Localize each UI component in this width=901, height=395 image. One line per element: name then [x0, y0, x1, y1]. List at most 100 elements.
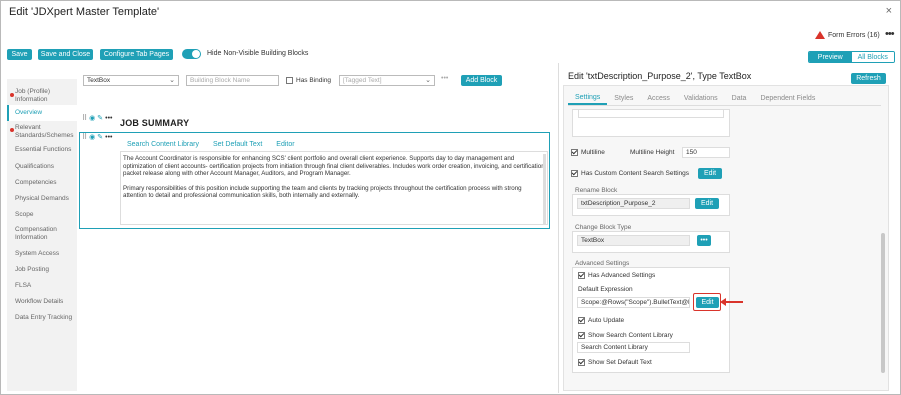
more-options-icon[interactable]: •••	[105, 134, 112, 141]
tagged-text-select[interactable]: [Tagged Text] ⌄	[339, 75, 435, 86]
toggle-knob	[192, 50, 200, 58]
block-type-value: TextBox	[87, 77, 111, 84]
sidebar-item-compensation[interactable]: Compensation Information	[15, 226, 67, 242]
default-expression-input[interactable]: Scope:@Rows("Scope").BulletText@M	[577, 297, 690, 308]
sidebar-item-essential-functions[interactable]: Essential Functions	[15, 146, 71, 154]
hide-nonvisible-toggle[interactable]	[182, 49, 201, 59]
divider	[568, 105, 881, 106]
close-icon[interactable]: ×	[886, 5, 892, 17]
has-binding-checkbox[interactable]: Has Binding	[286, 77, 331, 84]
more-options-icon[interactable]: •••	[105, 115, 112, 122]
multiline-height-label: Multiline Height	[630, 149, 675, 156]
editor-link[interactable]: Editor	[276, 141, 294, 148]
save-and-close-button[interactable]: Save and Close	[38, 49, 93, 60]
checkbox-icon	[571, 170, 578, 177]
show-search-library-checkbox[interactable]: Show Search Content Library	[578, 332, 673, 339]
divider	[558, 63, 559, 393]
block-type-select[interactable]: TextBox ⌄	[83, 75, 179, 86]
dialog-title: Edit 'JDXpert Master Template'	[9, 6, 160, 18]
all-blocks-tab[interactable]: All Blocks	[851, 52, 894, 62]
tab-access[interactable]: Access	[640, 91, 677, 105]
chevron-down-icon: ⌄	[169, 77, 175, 84]
sidebar-item-relevant-standards[interactable]: Relevant Standards/Schemes	[15, 124, 77, 140]
text-field[interactable]	[578, 110, 724, 118]
set-default-text-link[interactable]: Set Default Text	[213, 141, 262, 148]
tab-pages-sidebar: Job (Profile) Information Overview Relev…	[7, 79, 77, 391]
edit-template-dialog: Edit 'JDXpert Master Template' × Form Er…	[0, 0, 901, 395]
rename-block-label: Rename Block	[575, 187, 618, 194]
tagged-text-placeholder: [Tagged Text]	[343, 77, 382, 84]
multiline-checkbox[interactable]: Multiline	[571, 149, 605, 156]
block-type-more-button[interactable]: •••	[697, 235, 711, 246]
sidebar-item-job-posting[interactable]: Job Posting	[15, 266, 49, 274]
save-button[interactable]: Save	[7, 49, 32, 60]
show-default-text-checkbox[interactable]: Show Set Default Text	[578, 359, 652, 366]
sidebar-item-scope[interactable]: Scope	[15, 211, 33, 219]
drag-handle-icon[interactable]: ⠿	[82, 114, 87, 122]
edit-icon[interactable]: ✎	[97, 133, 103, 141]
tab-data[interactable]: Data	[725, 91, 754, 105]
sidebar-item-qualifications[interactable]: Qualifications	[15, 163, 54, 171]
auto-update-checkbox[interactable]: Auto Update	[578, 317, 624, 324]
description-textarea[interactable]: The Account Coordinator is responsible f…	[120, 151, 548, 225]
custom-search-checkbox[interactable]: Has Custom Content Search Settings	[571, 170, 689, 177]
sidebar-item-system-access[interactable]: System Access	[15, 250, 59, 258]
warning-icon	[815, 31, 825, 39]
refresh-button[interactable]: Refresh	[851, 73, 886, 84]
rename-block-edit-button[interactable]: Edit	[695, 198, 719, 209]
search-content-library-link[interactable]: Search Content Library	[127, 141, 199, 148]
configure-tab-pages-button[interactable]: Configure Tab Pages	[100, 49, 173, 60]
custom-search-label: Has Custom Content Search Settings	[581, 170, 690, 177]
multiline-height-input[interactable]: 150	[682, 147, 730, 158]
checkbox-icon	[578, 332, 585, 339]
block-actions: ⠿ ◉ ✎ •••	[82, 133, 112, 142]
eye-icon[interactable]: ◉	[89, 114, 95, 122]
checkbox-icon	[578, 359, 585, 366]
has-binding-label: Has Binding	[296, 77, 332, 84]
error-dot-icon	[10, 93, 14, 97]
sidebar-item-competencies[interactable]: Competencies	[15, 179, 57, 187]
multiline-label: Multiline	[581, 149, 605, 156]
has-advanced-settings-checkbox[interactable]: Has Advanced Settings	[578, 272, 655, 279]
job-summary-heading: JOB SUMMARY	[120, 118, 190, 128]
add-block-button[interactable]: Add Block	[461, 75, 502, 86]
block-type-input[interactable]: TextBox	[577, 235, 690, 246]
tab-styles[interactable]: Styles	[607, 91, 640, 105]
sidebar-item-flsa[interactable]: FLSA	[15, 282, 31, 290]
search-library-input[interactable]: Search Content Library	[577, 342, 690, 353]
scrollbar[interactable]	[881, 233, 885, 373]
preview-tab[interactable]: Preview	[809, 52, 852, 62]
show-default-text-label: Show Set Default Text	[588, 359, 652, 366]
advanced-settings-label: Advanced Settings	[575, 260, 630, 267]
checkbox-icon	[578, 272, 585, 279]
more-options-icon[interactable]: •••	[441, 75, 448, 82]
custom-search-edit-button[interactable]: Edit	[698, 168, 722, 179]
highlight-box	[693, 293, 721, 311]
form-errors-link[interactable]: Form Errors (16)	[815, 31, 880, 39]
drag-handle-icon[interactable]: ⠿	[82, 133, 87, 141]
view-mode-switch: Preview All Blocks	[808, 51, 895, 63]
eye-icon[interactable]: ◉	[89, 133, 95, 141]
show-search-library-label: Show Search Content Library	[588, 332, 673, 339]
tab-settings[interactable]: Settings	[568, 91, 608, 105]
sidebar-item-data-entry-tracking[interactable]: Data Entry Tracking	[15, 314, 72, 322]
rename-block-input[interactable]: txtDescription_Purpose_2	[577, 198, 690, 209]
scrollbar[interactable]	[543, 154, 546, 224]
block-name-input[interactable]: Building Block Name	[186, 75, 279, 86]
sidebar-item-physical-demands[interactable]: Physical Demands	[15, 195, 69, 203]
checkbox-icon	[578, 317, 585, 324]
settings-card	[572, 109, 730, 137]
has-advanced-settings-label: Has Advanced Settings	[588, 272, 656, 279]
change-block-type-label: Change Block Type	[575, 224, 632, 231]
block-tabs: Search Content Library Set Default Text …	[120, 138, 548, 150]
sidebar-item-overview[interactable]: Overview	[15, 109, 42, 117]
checkbox-icon	[286, 77, 293, 84]
description-paragraph: Primary responsibilities of this positio…	[123, 184, 522, 200]
tab-dependent-fields[interactable]: Dependent Fields	[753, 91, 822, 105]
sidebar-item-workflow-details[interactable]: Workflow Details	[15, 298, 63, 306]
checkbox-icon	[571, 149, 578, 156]
sidebar-item-job-info[interactable]: Job (Profile) Information	[15, 88, 71, 104]
tab-validations[interactable]: Validations	[677, 91, 725, 105]
edit-icon[interactable]: ✎	[97, 114, 103, 122]
more-options-icon[interactable]: •••	[885, 28, 895, 40]
